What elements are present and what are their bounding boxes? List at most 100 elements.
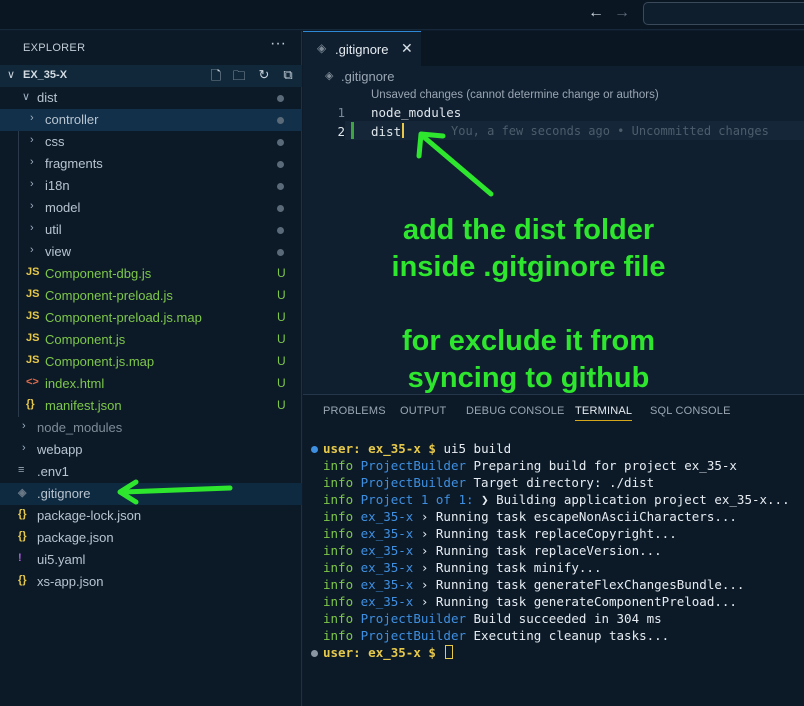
chevron-right-icon: › (30, 156, 34, 168)
tree-folder[interactable]: › css (0, 131, 302, 153)
log-level: info (323, 492, 354, 507)
ellipsis-icon[interactable]: ··· (270, 35, 286, 53)
file-type-icon: ◈ (18, 487, 27, 499)
log-message: Executing cleanup tasks... (473, 628, 670, 643)
annotation-text: for exclude it from (402, 325, 655, 357)
tree-item-label: xs-app.json (37, 574, 104, 589)
workspace-root[interactable]: ∨ EX_35-X 🗋 🗀 ↻ ⧉ (0, 65, 302, 87)
terminal-cursor (445, 645, 454, 659)
log-level: info (323, 509, 354, 524)
close-icon[interactable]: ✕ (401, 40, 413, 57)
tab-problems[interactable]: PROBLEMS (323, 405, 386, 417)
annotation-arrow (416, 131, 494, 197)
tree-folder[interactable]: › i18n (0, 175, 302, 197)
breadcrumb[interactable]: .gitignore (341, 69, 394, 84)
code-editor[interactable]: ◈ .gitignore Unsaved changes (cannot det… (303, 66, 804, 394)
tree-folder[interactable]: › model (0, 197, 302, 219)
tree-item-label: i18n (45, 178, 70, 193)
tab-gitignore[interactable]: ◈ .gitignore ✕ (303, 31, 421, 66)
terminal-log-line: info ex_35-x › Running task generateFlex… (323, 577, 744, 592)
log-source: Project 1 of 1: (360, 492, 474, 507)
git-status-dot (277, 117, 284, 124)
codelens[interactable]: Unsaved changes (cannot determine change… (371, 89, 659, 101)
tree-folder[interactable]: › util (0, 219, 302, 241)
tree-item-label: view (45, 244, 72, 259)
new-folder-icon[interactable]: 🗀 (231, 67, 247, 89)
tree-file[interactable]: {} package.json (0, 527, 302, 549)
log-level: info (323, 560, 354, 575)
file-type-icon: {} (18, 508, 27, 520)
back-arrow-icon[interactable]: ← (586, 4, 606, 22)
log-level: info (323, 543, 354, 558)
tree-item-label: controller (45, 112, 99, 127)
log-message: › Running task generateFlexChangesBundle… (420, 577, 745, 592)
tab-terminal[interactable]: TERMINAL (575, 405, 633, 421)
log-source: ProjectBuilder (360, 458, 466, 473)
tab-label: .gitignore (335, 42, 389, 57)
terminal-log-line: info ex_35-x › Running task minify... (323, 560, 601, 575)
collapse-all-icon[interactable]: ⧉ (280, 67, 296, 83)
log-source: ex_35-x (360, 594, 414, 609)
git-status-dot (277, 95, 284, 102)
log-level: info (323, 475, 354, 490)
log-message: › Running task replaceCopyright... (420, 526, 677, 541)
tree-item-label: util (45, 222, 62, 237)
tree-item-label: Component-preload.js.map (45, 310, 202, 325)
chevron-right-icon: › (30, 244, 34, 256)
editor-tab-bar: ◈ .gitignore ✕ (303, 31, 804, 66)
git-status-dot (277, 205, 284, 212)
git-file-icon: ◈ (325, 70, 334, 82)
tree-folder[interactable]: › node_modules (0, 417, 302, 439)
tree-folder[interactable]: ∨ dist (0, 87, 302, 109)
tree-file[interactable]: JS Component-dbg.js U (0, 263, 302, 285)
tab-sql-console[interactable]: SQL CONSOLE (650, 405, 731, 417)
tree-folder[interactable]: › fragments (0, 153, 302, 175)
file-type-icon: JS (26, 266, 40, 278)
tree-item-label: fragments (45, 156, 103, 171)
git-status-badge: U (277, 288, 286, 302)
git-status-dot (277, 139, 284, 146)
git-status-badge: U (277, 398, 286, 412)
tree-folder[interactable]: › controller (0, 109, 302, 131)
text-cursor (402, 123, 404, 138)
terminal-log-line: info ex_35-x › Running task replaceCopyr… (323, 526, 677, 541)
tree-file[interactable]: {} package-lock.json (0, 505, 302, 527)
explorer-sidebar: EXPLORER ··· ∨ EX_35-X 🗋 🗀 ↻ ⧉ ∨ dist › con… (0, 31, 302, 706)
git-status-badge: U (277, 376, 286, 390)
log-source: ex_35-x (360, 543, 414, 558)
tree-file[interactable]: JS Component-preload.js.map U (0, 307, 302, 329)
tree-folder[interactable]: › view (0, 241, 302, 263)
tree-file[interactable]: <> index.html U (0, 373, 302, 395)
log-message: Preparing build for project ex_35-x (473, 458, 737, 473)
tree-file[interactable]: ! ui5.yaml (0, 549, 302, 571)
log-source: ex_35-x (360, 560, 414, 575)
tree-file[interactable]: {} manifest.json U (0, 395, 302, 417)
log-message: ❯ Building application project ex_35-x..… (481, 492, 790, 507)
vscode-window: ← → EXPLORER ··· ∨ EX_35-X 🗋 🗀 ↻ ⧉ ∨ dist… (0, 0, 804, 706)
log-level: info (323, 458, 354, 473)
log-level: info (323, 577, 354, 592)
tree-item-label: index.html (45, 376, 105, 391)
line-number: 1 (337, 105, 345, 120)
tree-item-label: Component-dbg.js (45, 266, 152, 281)
code-line[interactable]: dist (371, 124, 401, 139)
log-source: ex_35-x (360, 577, 414, 592)
log-source: ex_35-x (360, 509, 414, 524)
code-line[interactable]: node_modules (371, 105, 461, 120)
file-type-icon: <> (26, 376, 39, 388)
refresh-icon[interactable]: ↻ (256, 67, 272, 83)
new-file-icon[interactable]: 🗋 (208, 67, 224, 89)
tab-debug-console[interactable]: DEBUG CONSOLE (466, 405, 565, 417)
forward-arrow-icon[interactable]: → (612, 4, 632, 22)
terminal-prompt-line: user: ex_35-x $ (323, 645, 454, 660)
prompt-user: user: (323, 645, 361, 660)
log-level: info (323, 594, 354, 609)
command-center-search[interactable] (643, 2, 804, 25)
tree-file[interactable]: JS Component-preload.js U (0, 285, 302, 307)
tab-output[interactable]: OUTPUT (400, 405, 446, 417)
git-status-dot (277, 183, 284, 190)
tree-folder[interactable]: › webapp (0, 439, 302, 461)
tree-file[interactable]: {} xs-app.json (0, 571, 302, 593)
tree-file[interactable]: JS Component.js.map U (0, 351, 302, 373)
tree-file[interactable]: JS Component.js U (0, 329, 302, 351)
